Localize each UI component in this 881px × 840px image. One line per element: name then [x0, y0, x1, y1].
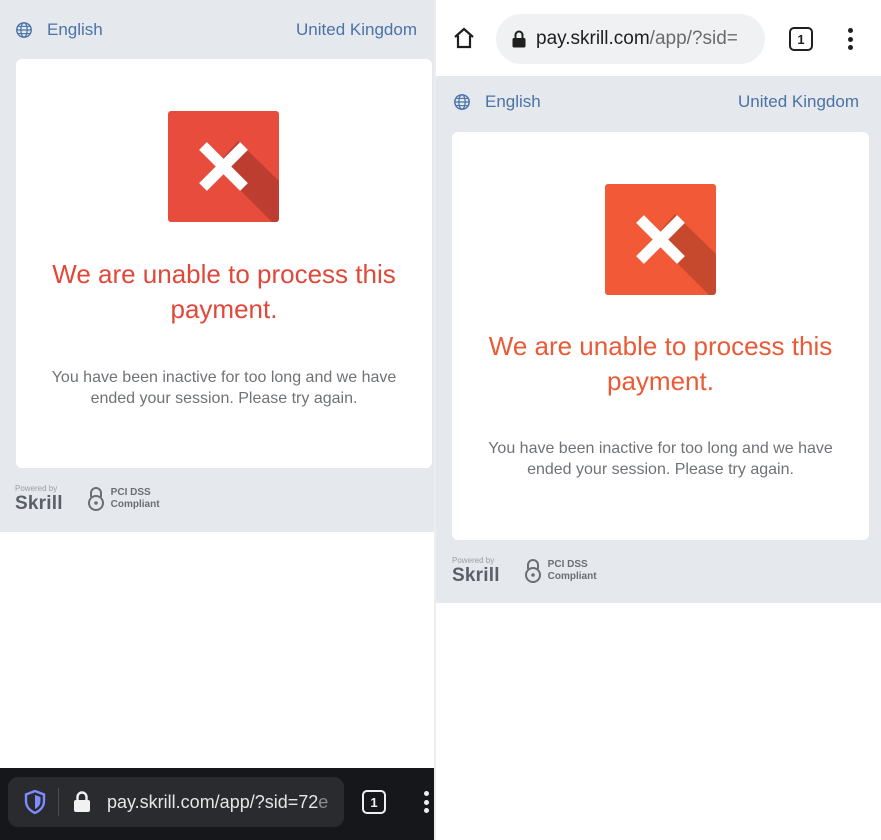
- language-selector[interactable]: English: [15, 20, 103, 40]
- browser-top-toolbar: pay.skrill.com/app/?sid= 1: [436, 0, 881, 76]
- padlock-icon: [524, 559, 541, 583]
- lock-icon[interactable]: [73, 791, 91, 813]
- language-bar: English United Kingdom: [436, 92, 881, 112]
- shield-icon[interactable]: [24, 790, 46, 814]
- language-label: English: [485, 92, 541, 111]
- address-bar[interactable]: pay.skrill.com/app/?sid=: [496, 14, 765, 64]
- home-icon[interactable]: [452, 26, 476, 50]
- url-text[interactable]: pay.skrill.com/app/?sid=72e: [107, 792, 339, 813]
- error-message: You have been inactive for too long and …: [51, 369, 397, 407]
- error-title: We are unable to process this payment.: [52, 259, 396, 324]
- country-selector[interactable]: United Kingdom: [738, 92, 859, 112]
- overflow-menu-icon[interactable]: [423, 791, 429, 813]
- left-browser-pane: English United Kingdom We are unable to …: [0, 0, 434, 840]
- pci-dss-badge: PCI DSS Compliant: [87, 486, 160, 512]
- footer-badges: Powered by Skrill PCI DSS Compliant: [15, 484, 160, 514]
- error-card: We are unable to process this payment. Y…: [452, 132, 869, 540]
- skrill-logo: Powered by Skrill: [15, 484, 63, 514]
- overflow-menu-icon[interactable]: [847, 28, 853, 50]
- payment-page-background: English United Kingdom We are unable to …: [436, 76, 881, 603]
- error-x-icon: [605, 184, 716, 295]
- globe-icon: [454, 94, 470, 110]
- language-label: English: [47, 20, 103, 39]
- country-selector[interactable]: United Kingdom: [296, 20, 417, 40]
- browser-bottom-toolbar: pay.skrill.com/app/?sid=72e 1: [0, 768, 434, 840]
- tab-switcher-icon[interactable]: 1: [362, 790, 386, 814]
- pci-dss-badge: PCI DSS Compliant: [524, 558, 597, 584]
- right-browser-pane: pay.skrill.com/app/?sid= 1 English Unite…: [436, 0, 881, 840]
- payment-page-background: English United Kingdom We are unable to …: [0, 0, 434, 532]
- tab-switcher-icon[interactable]: 1: [789, 27, 813, 51]
- address-bar[interactable]: pay.skrill.com/app/?sid=72e: [8, 777, 344, 827]
- url-text[interactable]: pay.skrill.com/app/?sid=: [536, 28, 756, 50]
- padlock-icon: [87, 487, 104, 511]
- globe-icon: [16, 22, 32, 38]
- lock-icon[interactable]: [512, 30, 526, 48]
- error-x-icon: [168, 111, 279, 222]
- error-card: We are unable to process this payment. Y…: [16, 59, 432, 468]
- error-title: We are unable to process this payment.: [488, 331, 833, 396]
- language-bar: English United Kingdom: [0, 20, 434, 40]
- address-bar-separator: [58, 788, 59, 816]
- language-selector[interactable]: English: [453, 92, 541, 112]
- footer-badges: Powered by Skrill PCI DSS Compliant: [452, 556, 597, 586]
- error-message: You have been inactive for too long and …: [488, 440, 833, 478]
- skrill-logo: Powered by Skrill: [452, 556, 500, 586]
